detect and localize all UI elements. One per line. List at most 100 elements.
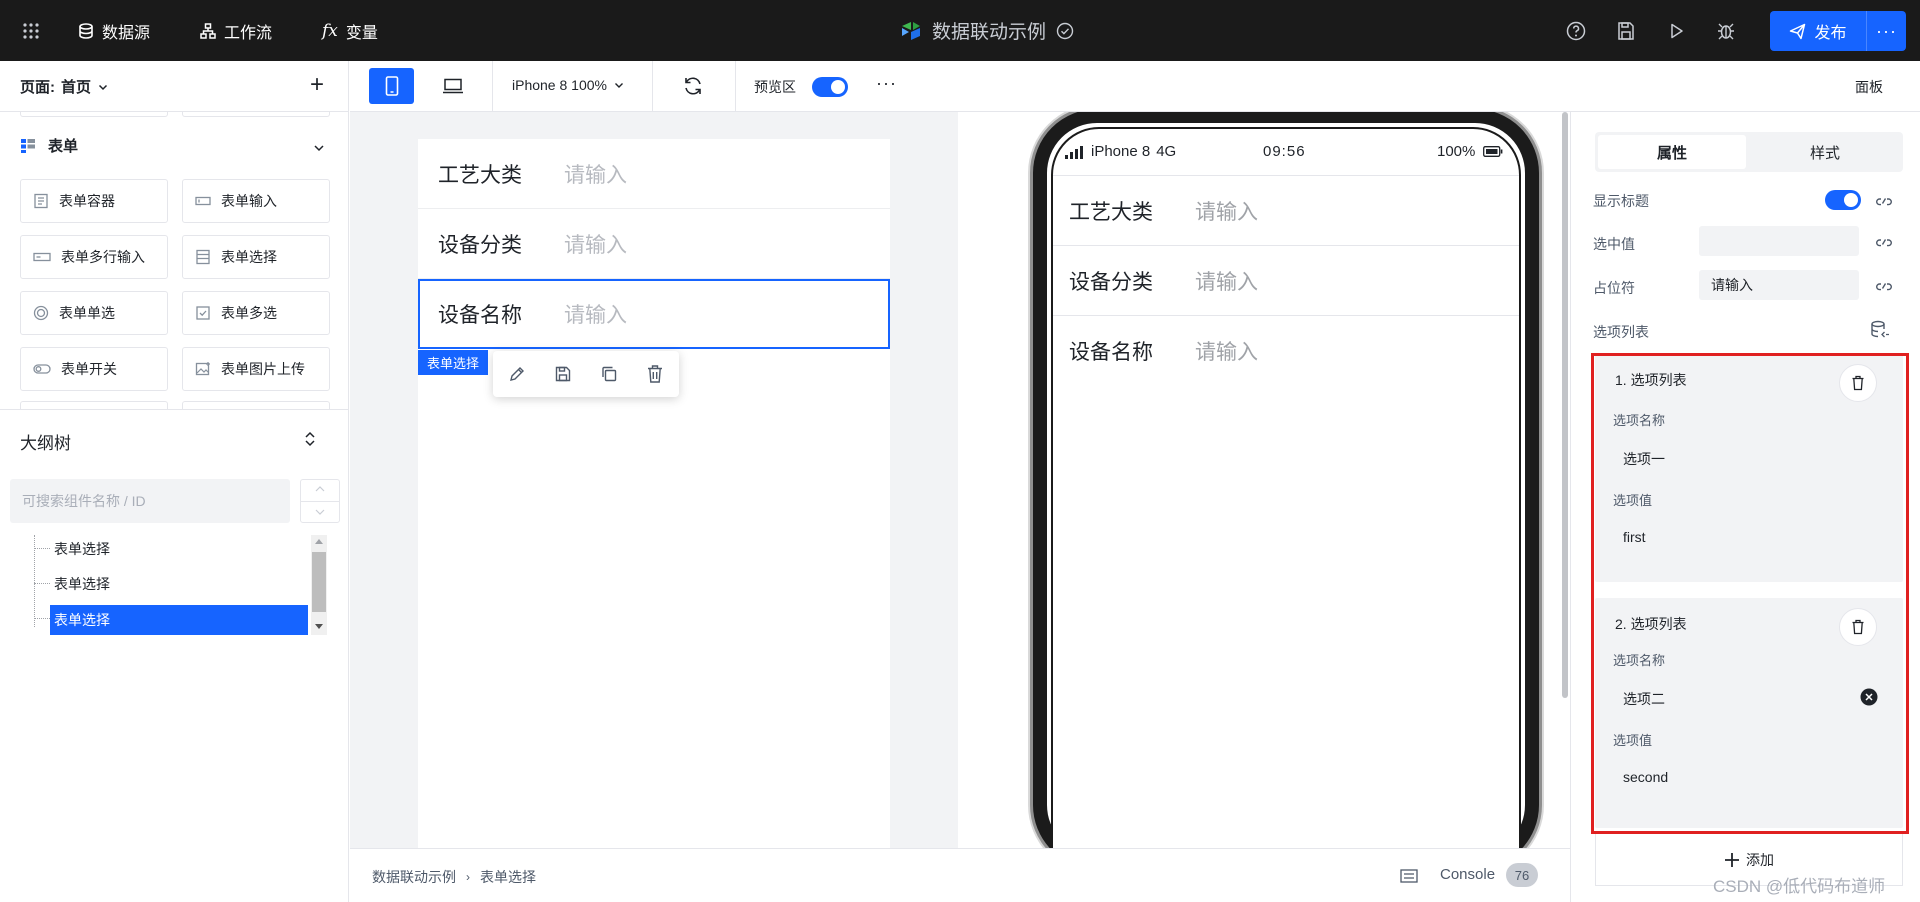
add-page-button[interactable]: +: [310, 71, 324, 99]
workflow-icon: [200, 22, 216, 39]
tab-properties[interactable]: 属性: [1598, 135, 1746, 169]
nav-workflow[interactable]: 工作流: [200, 0, 272, 61]
laptop-icon: [442, 78, 463, 94]
outline-search-input[interactable]: 可搜索组件名称 / ID: [10, 479, 290, 523]
switch-icon: [33, 364, 51, 374]
toolbar-more-button[interactable]: ···: [876, 73, 897, 94]
breadcrumb-item[interactable]: 表单选择: [480, 867, 536, 887]
component-label: 表单多行输入: [61, 249, 145, 265]
help-icon[interactable]: [1564, 19, 1588, 43]
tree-guide-line: [34, 583, 50, 584]
mobile-view-button[interactable]: [369, 68, 414, 104]
canvas-toolbar: iPhone 8 100% 预览区 ··· 面板: [350, 61, 1920, 112]
plus-icon: [1725, 852, 1739, 867]
preview-toggle[interactable]: [812, 77, 848, 97]
phone-form-row[interactable]: 工艺大类 请输入: [1053, 176, 1519, 246]
chevron-down-icon[interactable]: [312, 141, 326, 155]
panel-layout-icon[interactable]: [1400, 868, 1418, 884]
publish-button[interactable]: 发布: [1770, 11, 1866, 51]
link-icon[interactable]: [1875, 192, 1893, 210]
form-input-icon: [195, 196, 211, 206]
form-section-header[interactable]: 表单: [20, 135, 78, 156]
panel-toggle-button[interactable]: 面板: [1855, 77, 1883, 97]
component-label: 表单多选: [221, 305, 277, 321]
publish-more-button[interactable]: ···: [1867, 11, 1906, 51]
tab-style[interactable]: 样式: [1750, 135, 1900, 169]
phone-battery-percent: 100%: [1437, 143, 1476, 160]
breadcrumb-item[interactable]: 数据联动示例: [372, 867, 456, 887]
component-form-input[interactable]: 表单输入: [182, 179, 330, 223]
add-option-label: 添加: [1746, 851, 1774, 868]
form-section-title: 表单: [48, 138, 79, 155]
tree-guide-line: [34, 618, 50, 619]
phone-status-left: iPhone 8 4G: [1065, 143, 1176, 160]
app-grid-icon[interactable]: [22, 22, 40, 40]
canvas-scrollbar[interactable]: [1562, 112, 1568, 698]
top-bar: 数据源 工作流 fx 变量 数据联动示例 发布 ···: [0, 0, 1920, 61]
watermark: CSDN @低代码布道师: [1713, 877, 1886, 896]
expand-collapse-icon[interactable]: [302, 430, 318, 448]
link-icon[interactable]: [1875, 277, 1893, 295]
phone-form-row[interactable]: 设备分类 请输入: [1053, 246, 1519, 316]
outline-nav-buttons: [300, 479, 340, 523]
option-list-label: 选项列表: [1593, 324, 1649, 340]
show-title-toggle[interactable]: [1825, 190, 1861, 210]
page-selector[interactable]: 页面: 首页: [20, 76, 109, 97]
nav-variable[interactable]: fx 变量: [322, 0, 378, 61]
phone-screen[interactable]: iPhone 8 4G 09:56 100% 工艺大类 请输入 设备分类 请输入…: [1051, 127, 1521, 848]
debug-icon[interactable]: [1714, 19, 1738, 43]
toolbar-divider: [492, 61, 493, 112]
component-form-checkbox[interactable]: 表单多选: [182, 291, 330, 335]
console-count-badge: 76: [1506, 863, 1538, 887]
editor-page[interactable]: 工艺大类 请输入 设备分类 请输入 设备名称 请输入 表单选择: [418, 139, 890, 848]
save-icon[interactable]: [1614, 19, 1638, 43]
device-select[interactable]: iPhone 8 100%: [512, 77, 625, 93]
partial-component-button: [20, 112, 168, 117]
phone-form-row[interactable]: 设备名称 请输入: [1053, 316, 1519, 386]
copy-icon[interactable]: [600, 365, 618, 383]
saved-check-icon: [1056, 22, 1074, 39]
phone-form-label: 工艺大类: [1069, 200, 1153, 224]
scroll-down-icon[interactable]: [315, 624, 323, 630]
run-icon[interactable]: [1664, 19, 1688, 43]
refresh-icon[interactable]: [682, 75, 704, 97]
console-button[interactable]: Console: [1440, 866, 1495, 883]
arrow-down-icon[interactable]: [314, 507, 326, 517]
tree-scrollbar-thumb[interactable]: [312, 552, 326, 612]
component-action-toolbar: [493, 351, 679, 397]
scroll-up-icon[interactable]: [315, 538, 323, 544]
save-template-icon[interactable]: [554, 365, 572, 383]
edit-icon[interactable]: [508, 365, 526, 383]
component-form-radio[interactable]: 表单单选: [20, 291, 168, 335]
outline-title: 大纲树: [20, 434, 71, 453]
selected-component-tag: 表单选择: [418, 350, 488, 375]
component-form-image-upload[interactable]: 表单图片上传: [182, 347, 330, 391]
tree-scrollbar[interactable]: [311, 535, 327, 635]
component-form-container[interactable]: 表单容器: [20, 179, 168, 223]
tree-item-selected[interactable]: 表单选择: [50, 605, 308, 635]
form-row-label: 设备名称: [438, 304, 522, 327]
form-row-process-category[interactable]: 工艺大类 请输入: [418, 139, 890, 209]
component-form-textarea[interactable]: 表单多行输入: [20, 235, 168, 279]
tree-item[interactable]: 表单选择: [54, 574, 110, 594]
datasource-bind-icon[interactable]: [1869, 319, 1891, 341]
component-form-switch[interactable]: 表单开关: [20, 347, 168, 391]
component-form-select[interactable]: 表单选择: [182, 235, 330, 279]
selected-value-input[interactable]: [1699, 226, 1859, 256]
desktop-view-button[interactable]: [430, 68, 475, 104]
arrow-up-icon[interactable]: [314, 484, 326, 494]
form-row-device-category[interactable]: 设备分类 请输入: [418, 209, 890, 279]
tree-item[interactable]: 表单选择: [54, 539, 110, 559]
delete-icon[interactable]: [646, 364, 664, 384]
phone-form-placeholder: 请输入: [1195, 270, 1258, 294]
form-row-device-name-selected[interactable]: 设备名称 请输入: [418, 279, 890, 349]
form-row-placeholder: 请输入: [564, 163, 627, 187]
nav-datasource[interactable]: 数据源: [78, 0, 150, 61]
selected-value-label: 选中值: [1593, 236, 1635, 252]
toolbar-divider: [652, 61, 653, 112]
link-icon[interactable]: [1875, 233, 1893, 251]
phone-time: 09:56: [1263, 143, 1306, 160]
form-row-placeholder: 请输入: [564, 304, 627, 327]
bottom-bar: 数据联动示例 › 表单选择 Console 76: [350, 848, 1570, 902]
placeholder-input[interactable]: 请输入: [1699, 270, 1859, 300]
